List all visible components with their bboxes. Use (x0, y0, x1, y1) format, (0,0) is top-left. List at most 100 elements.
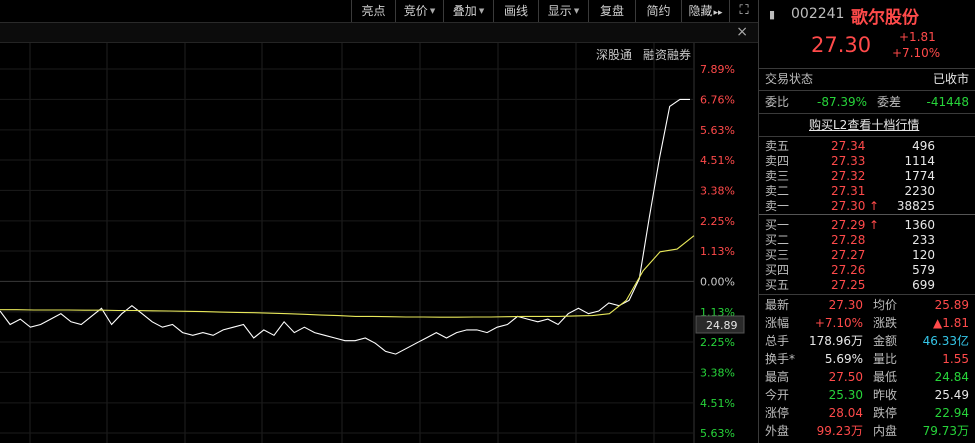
fullscreen-icon: ⛶ (739, 3, 749, 18)
toolbar-button-label: 显示 (547, 4, 572, 18)
stat-value: +7.10% (814, 316, 863, 330)
toolbar-button-label: 隐藏 (688, 4, 713, 18)
stat-label: 换手* (765, 352, 796, 366)
stat-value: 79.73万 (922, 424, 969, 438)
stat-value: 27.30 (828, 298, 863, 312)
axis-tick-label: 0.00% (700, 275, 735, 288)
toolbar-button-highlights[interactable]: 亮点 (351, 0, 395, 22)
trade-status-value: 已收市 (932, 72, 969, 86)
stat-value: 27.50 (828, 370, 863, 384)
bid-level-price: 27.29 (831, 218, 866, 232)
ask-level-price: 27.32 (831, 169, 866, 183)
toolbar-button-label: 复盘 (599, 4, 624, 18)
ask-level-volume: 496 (912, 139, 935, 153)
toolbar-button-simple[interactable]: 简约 (635, 0, 681, 22)
buy-l2-link[interactable]: 购买L2查看十档行情 (809, 118, 919, 133)
ask-level-volume: 1114 (904, 154, 935, 168)
stat-label: 昨收 (873, 388, 898, 402)
ask-level-price: 27.31 (831, 184, 866, 198)
menu-icon[interactable]: ▮ (769, 8, 775, 21)
axis-tick-label: 2.25% (700, 215, 735, 228)
divider (759, 136, 975, 137)
axis-tick-label: 3.38% (700, 184, 735, 197)
chart-toolbar: 亮点 竞价 ▼ 叠加 ▼ 画线 显示 ▼ 复盘 简约 隐藏▸▸ ⛶ (0, 0, 758, 23)
divider (759, 113, 975, 114)
axis-tick-label: 5.63% (700, 427, 735, 440)
toolbar-button-draw-line[interactable]: 画线 (493, 0, 538, 22)
ask-level-volume: 2230 (904, 184, 935, 198)
bid-level-volume: 699 (912, 278, 935, 292)
toolbar-button-hide[interactable]: 隐藏▸▸ (681, 0, 729, 22)
toolbar-button-label: 亮点 (361, 4, 386, 18)
bid-level-label: 买五 (765, 278, 790, 292)
stat-value: 99.23万 (816, 424, 863, 438)
stat-value: 5.69% (824, 352, 863, 366)
toolbar-button-display[interactable]: 显示 ▼ (538, 0, 588, 22)
close-icon[interactable]: × (736, 24, 748, 40)
bid-level-price: 27.28 (831, 233, 866, 247)
stat-value: 25.30 (828, 388, 863, 402)
ask-level-price: 27.30 (831, 199, 866, 213)
price-change: +1.81 (899, 30, 936, 44)
bid-level-price: 27.26 (831, 263, 866, 277)
caret-down-icon: ▼ (573, 7, 580, 15)
toolbar-button-label: 叠加 (452, 4, 477, 18)
axis-tick-label: 2.25% (700, 336, 735, 349)
double-chevron-right-icon: ▸▸ (713, 8, 723, 18)
stat-label: 金额 (873, 334, 898, 348)
bid-level-label: 买三 (765, 248, 790, 262)
stat-label: 外盘 (765, 424, 790, 438)
bid-level-volume: 1360 (904, 218, 935, 232)
stat-label: 量比 (873, 352, 898, 366)
ask-level-price: 27.34 (831, 139, 866, 153)
average-price-line (0, 235, 695, 318)
stat-label: 今开 (765, 388, 790, 402)
fullscreen-button[interactable]: ⛶ (729, 0, 758, 22)
ask-level-price: 27.33 (831, 154, 866, 168)
axis-tick-label: 7.89% (700, 63, 735, 76)
toolbar-button-overlay[interactable]: 叠加 ▼ (443, 0, 493, 22)
order-ratio-label: 委比 (765, 95, 790, 109)
stat-label: 最新 (765, 298, 790, 312)
bid-level-label: 买四 (765, 263, 790, 277)
stat-label: 内盘 (873, 424, 898, 438)
stat-label: 总手 (765, 334, 790, 348)
ask-level-volume: 38825 (896, 199, 935, 213)
order-diff-label: 委差 (877, 95, 902, 109)
intraday-chart[interactable]: 7.89% 6.76% 5.63% 4.51% 3.38% 2.25% 1.13% 0.00%… (0, 43, 758, 443)
stock-name: 歌尔股份 (851, 8, 919, 28)
ask-level-label: 卖二 (765, 184, 790, 198)
stat-label: 跌停 (873, 406, 898, 420)
toolbar-button-replay[interactable]: 复盘 (588, 0, 635, 22)
current-value-label: 24.89 (706, 319, 738, 332)
ask-level-volume: 1774 (904, 169, 935, 183)
ask-level-label: 卖四 (765, 154, 790, 168)
up-arrow-icon: ↑ (869, 199, 880, 213)
bid-level-price: 27.27 (831, 248, 866, 262)
bid-level-label: 买一 (765, 218, 790, 232)
axis-tick-label: 4.51% (700, 154, 735, 167)
toolbar-button-label: 画线 (503, 4, 528, 18)
stat-label: 涨停 (765, 406, 790, 420)
stat-value: ▲1.81 (933, 316, 969, 330)
axis-tick-label: 5.63% (700, 124, 735, 137)
stat-value: 1.55 (942, 352, 969, 366)
stat-value: 22.94 (934, 406, 969, 420)
toolbar-button-auction[interactable]: 竞价 ▼ (395, 0, 443, 22)
up-arrow-icon: ↑ (869, 218, 880, 232)
book-divider (759, 214, 975, 215)
stat-value: 46.33亿 (922, 334, 969, 348)
ask-level-label: 卖一 (765, 199, 790, 213)
bid-level-volume: 579 (912, 263, 935, 277)
stat-label: 最高 (765, 370, 790, 384)
stock-code: 002241 (791, 6, 845, 22)
toolbar-button-label: 竞价 (403, 4, 428, 18)
bid-level-label: 买二 (765, 233, 790, 247)
stat-label: 涨幅 (765, 316, 790, 330)
axis-tick-label: 1.13% (700, 245, 735, 258)
stat-label: 最低 (873, 370, 898, 384)
stat-value: 178.96万 (809, 334, 863, 348)
bid-level-price: 27.25 (831, 278, 866, 292)
stat-value: 25.49 (934, 388, 969, 402)
divider (759, 68, 975, 69)
